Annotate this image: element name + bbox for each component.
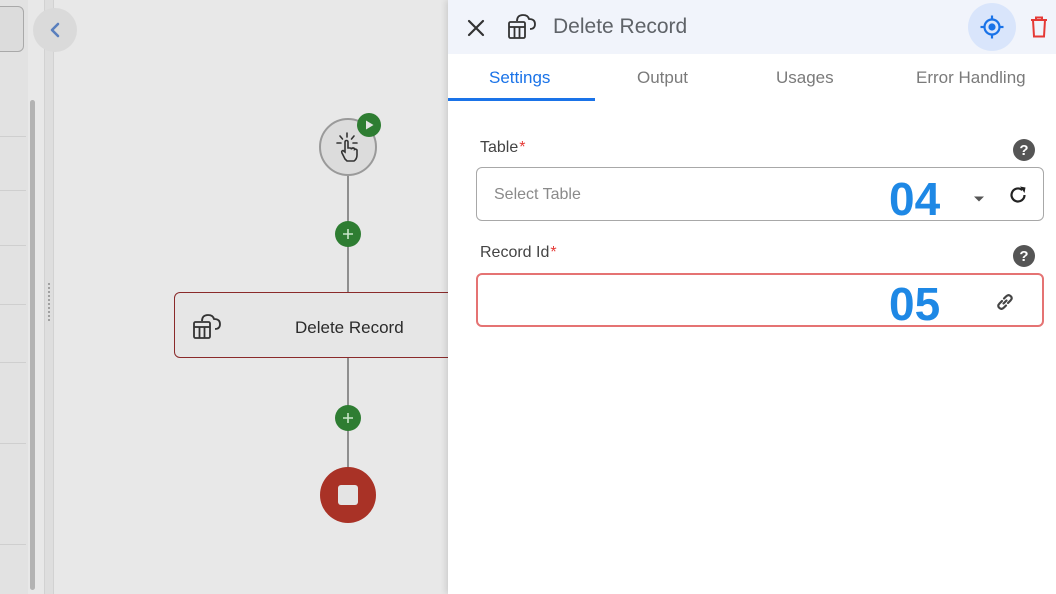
table-select[interactable]: Select Table 04 [476,167,1044,225]
tab-usages[interactable]: Usages [776,68,834,88]
link-variable-button[interactable] [992,289,1018,315]
cloud-table-icon [191,311,223,346]
locate-icon [980,15,1004,39]
run-trigger-button[interactable] [357,113,381,137]
sidebar-divider [0,362,26,363]
play-icon [366,120,374,130]
collapse-sidebar-button[interactable] [33,8,77,52]
annotation-number: 05 [889,278,941,330]
table-field-label: Table* [480,139,525,157]
tap-hand-icon [336,132,358,162]
sidebar-divider [0,190,26,191]
sidebar-divider [0,304,26,305]
step-settings-panel: Delete Record Settings Output Usages Err… [448,0,1056,594]
close-panel-button[interactable] [462,14,490,42]
panel-tabs: Settings Output Usages Error Handling [448,54,1056,102]
trash-icon [1031,16,1047,38]
tab-output[interactable]: Output [637,68,688,88]
stop-icon [338,485,358,505]
add-step-button[interactable] [335,405,361,431]
table-select-placeholder: Select Table [494,186,581,203]
table-label-text: Table [480,139,519,156]
refresh-tables-button[interactable] [1006,183,1030,207]
sidebar-scrollbar[interactable] [30,100,35,590]
link-icon [997,294,1013,310]
panel-title: Delete Record [553,15,688,38]
required-marker: * [519,139,526,156]
tab-settings[interactable]: Settings [489,68,550,88]
delete-step-button[interactable] [1026,12,1052,42]
record-id-field-label: Record Id* [480,244,557,262]
add-step-button[interactable] [335,221,361,247]
drag-handle-icon[interactable] [47,282,51,322]
close-icon [467,19,485,37]
sidebar-top-box[interactable] [0,6,24,52]
cloud-table-icon [506,11,538,46]
step-node-label: Delete Record [295,318,404,337]
end-node[interactable] [320,467,376,523]
sidebar-divider [0,443,26,444]
dropdown-caret-icon[interactable] [973,190,985,208]
locate-node-button[interactable] [968,3,1016,51]
annotation-number: 04 [889,173,941,225]
step-node-delete-record[interactable]: Delete Record [174,292,448,358]
sidebar-divider [0,544,26,545]
plus-icon [343,413,353,423]
record-id-label-text: Record Id [480,244,550,261]
tab-error-handling[interactable]: Error Handling [916,68,1026,88]
panel-header: Delete Record [448,0,1056,54]
help-icon[interactable]: ? [1013,139,1035,161]
chevron-left-icon [50,22,60,38]
help-icon[interactable]: ? [1013,245,1035,267]
sidebar-divider [0,136,26,137]
sidebar-divider [0,245,26,246]
required-marker: * [550,244,557,261]
workflow-canvas[interactable]: Delete Record [0,0,448,594]
record-id-input[interactable]: 05 [476,273,1044,330]
refresh-icon [1010,186,1026,203]
plus-icon [343,229,353,239]
active-tab-indicator [448,98,595,101]
left-sidebar-strip [0,0,28,594]
